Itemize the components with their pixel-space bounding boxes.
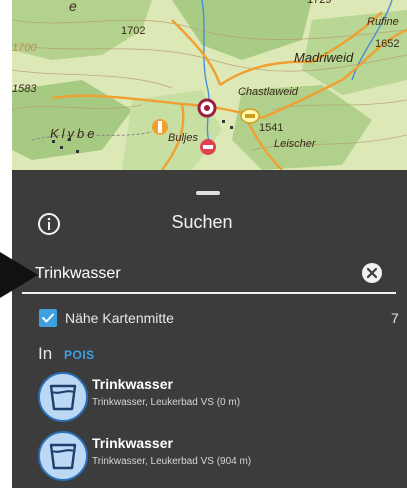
search-underline [22,292,396,294]
map-label: Buljes [168,132,198,144]
map-background [12,0,407,170]
map-label: e [69,0,77,14]
drinking-water-icon [38,431,88,481]
search-panel: Suchen Nähe Kartenmitte 7 In POIS [12,170,407,488]
checkmark-icon [42,313,54,323]
map-label: 1729 [307,0,332,6]
map-label: Rufine [367,16,399,28]
result-count: 7 [391,310,399,326]
search-input[interactable] [35,262,355,286]
map-label: Chastlaweid [238,86,298,98]
scope-in-label: In [38,344,53,363]
near-center-filter[interactable]: Nähe Kartenmitte 7 [39,308,399,330]
result-item[interactable]: Trinkwasser Trinkwasser, Leukerbad VS (0… [38,372,398,424]
map-label: Klybe [50,126,98,141]
arrow-pointer-icon [0,252,40,298]
map-label: 1583 [12,83,37,95]
result-subtitle: Trinkwasser, Leukerbad VS (904 m) [92,456,252,467]
clear-icon[interactable] [361,262,383,284]
search-bar [35,258,398,292]
map-label: 1702 [121,25,146,37]
result-subtitle: Trinkwasser, Leukerbad VS (0 m) [92,397,241,408]
page-title: Suchen [171,212,233,232]
result-name: Trinkwasser [92,435,173,451]
map-view[interactable]: e 1729 Rufine 1652 Madriweid 1702 1700 1… [12,0,407,170]
scope-category-link[interactable]: POIS [64,348,95,362]
drag-handle[interactable] [196,191,220,195]
result-item[interactable]: Trinkwasser Trinkwasser, Leukerbad VS (9… [38,431,398,483]
drinking-water-icon [38,372,88,422]
map-label: 1652 [375,38,400,50]
near-center-checkbox[interactable] [39,309,57,327]
result-name: Trinkwasser [92,376,173,392]
map-label: 1541 [259,122,284,134]
map-label: Leischer [274,138,316,150]
map-label: 1700 [12,42,37,54]
map-label: Madriweid [294,50,354,65]
near-center-label: Nähe Kartenmitte [65,310,174,326]
